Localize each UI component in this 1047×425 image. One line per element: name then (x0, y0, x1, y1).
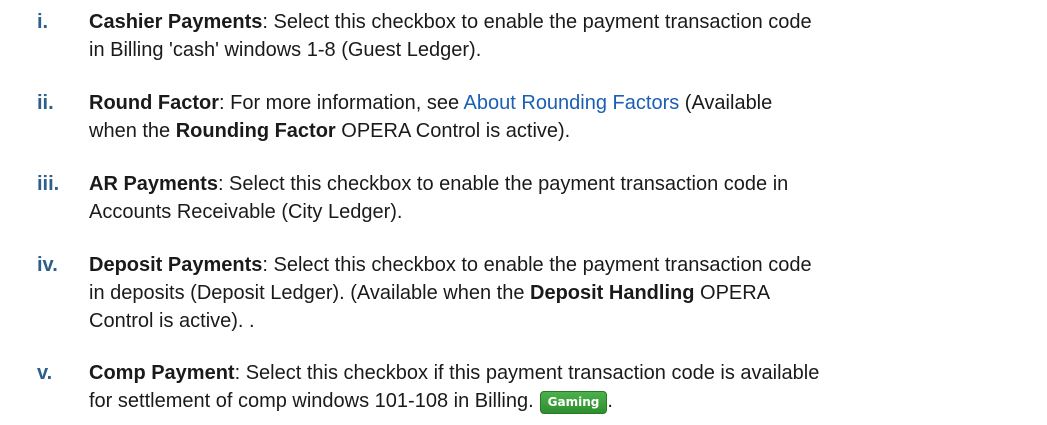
gaming-badge: Gaming (539, 391, 608, 414)
description-text: . (607, 390, 613, 412)
control-name: Rounding Factor (175, 120, 336, 142)
text-line: Comp Payment: Select this checkbox if th… (89, 359, 1039, 387)
description-text: when the (89, 120, 176, 142)
list-item-text: Deposit Payments: Select this checkbox t… (89, 251, 1039, 335)
text-line: Accounts Receivable (City Ledger). (89, 201, 403, 223)
list-item-text: Comp Payment: Select this checkbox if th… (89, 359, 1039, 415)
description-text: in deposits (Deposit Ledger). (Available… (89, 282, 530, 304)
control-name: Deposit Handling (530, 282, 695, 304)
description-text: OPERA (694, 282, 771, 304)
text-line: Deposit Payments: Select this checkbox t… (89, 251, 1039, 279)
description-text: : Select this checkbox to enable the pay… (262, 11, 812, 33)
list-item-text: Cashier Payments: Select this checkbox t… (89, 8, 1039, 64)
term-label: AR Payments (89, 173, 218, 195)
description-text: : For more information, see (219, 92, 464, 114)
term-label: Deposit Payments (89, 254, 263, 276)
list-item-text: Round Factor: For more information, see … (89, 89, 1039, 145)
text-line: for settlement of comp windows 101-108 i… (89, 387, 1039, 415)
text-line: in deposits (Deposit Ledger). (Available… (89, 279, 1039, 307)
text-line: AR Payments: Select this checkbox to ena… (89, 170, 1039, 198)
list-marker: v. (37, 362, 53, 384)
term-label: Comp Payment (89, 362, 235, 384)
description-text: OPERA Control is active). (335, 120, 571, 142)
list-marker: iii. (37, 173, 60, 195)
description-text: : Select this checkbox to enable the pay… (217, 173, 789, 195)
term-label: Cashier Payments (89, 11, 263, 33)
description-text: for settlement of comp windows 101-108 i… (89, 390, 534, 412)
description-text: : Select this checkbox if this payment t… (234, 362, 820, 384)
text-line: Round Factor: For more information, see … (89, 89, 1039, 117)
list-item-text: AR Payments: Select this checkbox to ena… (89, 170, 1039, 226)
text-line: Cashier Payments: Select this checkbox t… (89, 8, 1039, 36)
text-line: in Billing 'cash' windows 1-8 (Guest Led… (89, 39, 482, 61)
about-rounding-factors-link[interactable]: About Rounding Factors (464, 92, 680, 114)
text-line: when the Rounding Factor OPERA Control i… (89, 117, 1039, 145)
term-label: Round Factor (89, 92, 219, 114)
description-text: : Select this checkbox to enable the pay… (262, 254, 812, 276)
list-marker: i. (37, 11, 49, 33)
description-text: (Available (679, 92, 773, 114)
text-line: Control is active). . (89, 310, 255, 332)
list-marker: ii. (37, 92, 54, 114)
list-marker: iv. (37, 254, 58, 276)
